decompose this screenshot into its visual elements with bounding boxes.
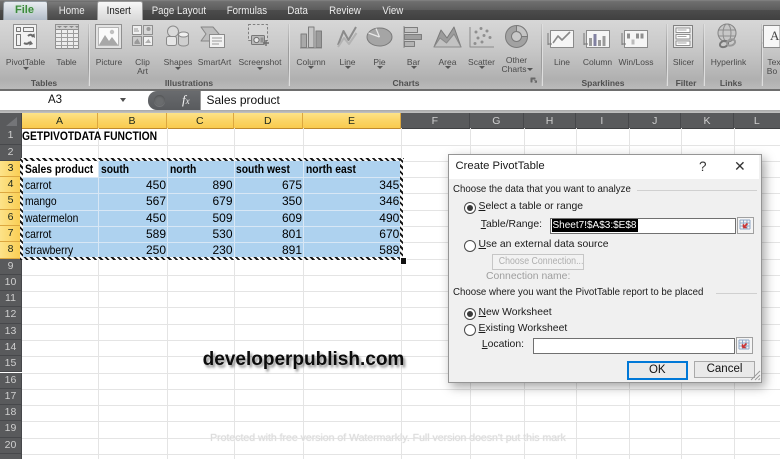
svg-text:A: A — [770, 28, 780, 43]
